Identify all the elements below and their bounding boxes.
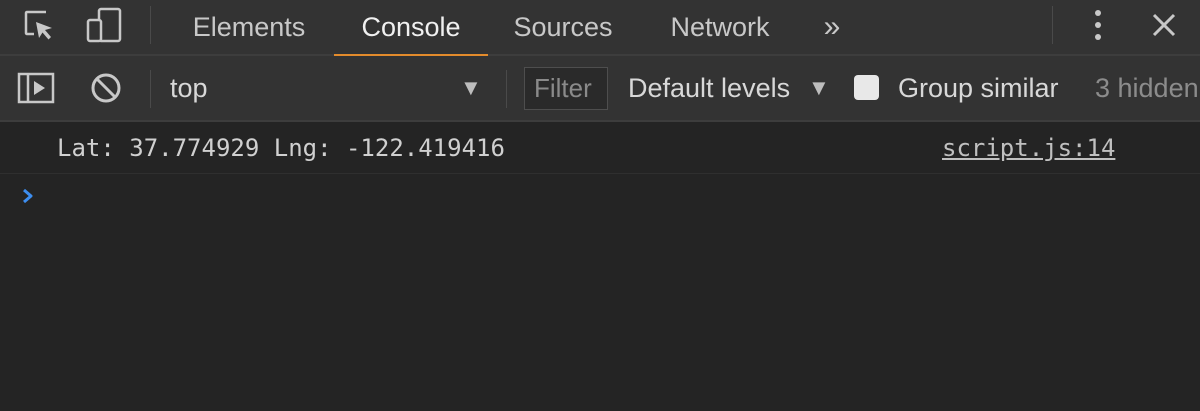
more-menu-icon[interactable] <box>1078 0 1118 50</box>
chevron-down-icon[interactable]: ▼ <box>808 56 830 120</box>
inspect-element-icon[interactable] <box>18 0 60 50</box>
toolbar-divider <box>506 70 507 108</box>
close-icon[interactable] <box>1142 0 1186 50</box>
filter-placeholder: Filter <box>534 73 592 103</box>
console-output: Lat: 37.774929 Lng: -122.419416 script.j… <box>0 122 1200 411</box>
tab-console[interactable]: Console <box>334 0 488 57</box>
group-similar-checkbox[interactable] <box>854 75 879 100</box>
hidden-count-label: 3 hidden <box>1095 72 1199 103</box>
clear-console-icon[interactable] <box>86 56 126 120</box>
group-similar-label[interactable]: Group similar <box>898 56 1059 120</box>
toolbar-divider <box>150 70 151 108</box>
log-levels-label: Default levels <box>628 72 791 103</box>
prompt-chevron-icon <box>20 184 36 208</box>
console-input[interactable] <box>54 176 1184 220</box>
show-sidebar-icon[interactable] <box>14 56 58 120</box>
more-tabs-button[interactable]: » <box>808 0 856 54</box>
dropdown-arrow-icon[interactable]: ▼ <box>460 56 482 120</box>
console-message-row: Lat: 37.774929 Lng: -122.419416 script.j… <box>0 122 1200 174</box>
toolbar-divider <box>1052 6 1053 44</box>
console-message-source-link[interactable]: script.js:14 <box>942 122 1115 174</box>
devtools-window: Elements Console Sources Network » top ▼… <box>0 0 1200 411</box>
toolbar-divider <box>150 6 151 44</box>
context-value: top <box>170 72 208 103</box>
tab-sources[interactable]: Sources <box>496 0 630 54</box>
device-toggle-icon[interactable] <box>82 0 126 50</box>
console-toolbar: top ▼ Filter Default levels ▼ Group simi… <box>0 56 1200 122</box>
tab-elements[interactable]: Elements <box>172 0 326 54</box>
console-prompt[interactable] <box>0 176 1200 220</box>
filter-input[interactable]: Filter <box>524 67 608 110</box>
context-selector[interactable]: top <box>170 56 490 120</box>
log-levels-dropdown[interactable]: Default levels <box>628 56 790 120</box>
devtools-tabbar: Elements Console Sources Network » <box>0 0 1200 57</box>
console-message-text: Lat: 37.774929 Lng: -122.419416 <box>57 134 505 162</box>
tab-network[interactable]: Network <box>648 0 792 54</box>
